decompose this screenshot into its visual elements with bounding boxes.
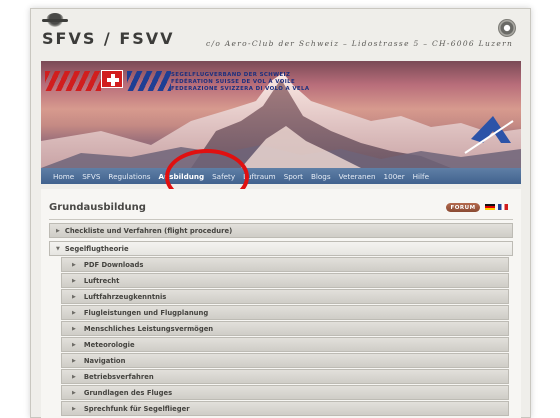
subsection-pdf-downloads[interactable]: ▶ PDF Downloads (61, 257, 509, 272)
chevron-right-icon: ▶ (72, 389, 76, 396)
chevron-right-icon: ▶ (72, 309, 76, 316)
header-banner: SEGELFLUGVERBAND DER SCHWEIZ FÉDÉRATION … (41, 61, 521, 168)
site-title[interactable]: SFVS / FSVV (42, 29, 175, 48)
chevron-down-icon: ▼ (56, 245, 60, 252)
subsection-label: Betriebsverfahren (83, 372, 154, 381)
section-checkliste[interactable]: ▶ Checkliste und Verfahren (flight proce… (49, 223, 513, 238)
german-flag-icon[interactable] (485, 204, 495, 210)
nav-item-regulations[interactable]: Regulations (108, 172, 150, 181)
subsection-menschliches-leistungsvermoegen[interactable]: ▶ Menschliches Leistungsvermögen (61, 321, 509, 336)
subsection-navigation[interactable]: ▶ Navigation (61, 353, 509, 368)
subsection-meteorologie[interactable]: ▶ Meteorologie (61, 337, 509, 352)
subsection-luftrecht[interactable]: ▶ Luftrecht (61, 273, 509, 288)
org-name-fr: FÉDÉRATION SUISSE DE VOL À VOILE (171, 79, 296, 85)
org-name-it: FEDERAZIONE SVIZZERA DI VOLO A VELA (171, 86, 310, 92)
subsection-label: Flugleistungen und Flugplanung (83, 308, 209, 317)
section-label: Checkliste und Verfahren (flight procedu… (64, 226, 233, 235)
nav-item-sport[interactable]: Sport (284, 172, 303, 181)
subsection-label: Grundlagen des Fluges (83, 388, 173, 397)
chevron-right-icon: ▶ (72, 341, 76, 348)
red-stripes-graphic (45, 71, 101, 91)
nav-item-100er[interactable]: 100er (384, 172, 405, 181)
subsection-label: Luftrecht (83, 276, 120, 285)
page-frame: SFVS / FSVV c/o Aero-Club der Schweiz – … (30, 8, 531, 418)
section-label: Segelflugtheorie (64, 244, 129, 253)
nav-item-hilfe[interactable]: Hilfe (413, 172, 429, 181)
nav-item-ausbildung[interactable]: Ausbildung (159, 172, 205, 181)
sfvs-logo-icon[interactable] (42, 13, 68, 27)
subsection-flugleistungen[interactable]: ▶ Flugleistungen und Flugplanung (61, 305, 509, 320)
nav-item-veteranen[interactable]: Veteranen (339, 172, 376, 181)
main-navigation: Home SFVS Regulations Ausbildung Safety … (41, 168, 521, 184)
chevron-right-icon: ▶ (72, 373, 76, 380)
nav-item-safety[interactable]: Safety (212, 172, 235, 181)
org-name-de: SEGELFLUGVERBAND DER SCHWEIZ (171, 72, 291, 78)
chevron-right-icon: ▶ (72, 261, 76, 268)
nav-item-blogs[interactable]: Blogs (311, 172, 331, 181)
chevron-right-icon: ▶ (56, 227, 60, 234)
chevron-right-icon: ▶ (72, 405, 76, 412)
subsection-label: Sprechfunk für Segelflieger (83, 404, 190, 413)
nav-item-sfvs[interactable]: SFVS (82, 172, 100, 181)
swiss-cross-icon (101, 70, 123, 88)
subsection-grundlagen-des-fluges[interactable]: ▶ Grundlagen des Fluges (61, 385, 509, 400)
aeroclub-badge-icon[interactable] (498, 19, 516, 37)
forum-button[interactable]: FORUM (446, 203, 480, 212)
chevron-right-icon: ▶ (72, 293, 76, 300)
blue-stripes-graphic (127, 71, 171, 91)
subsection-label: Navigation (83, 356, 126, 365)
title-divider (49, 219, 513, 220)
french-flag-icon[interactable] (498, 204, 508, 210)
page-title: Grundausbildung (49, 202, 146, 213)
section-segelflugtheorie[interactable]: ▼ Segelflugtheorie (49, 241, 513, 256)
subsection-luftfahrzeugkenntnis[interactable]: ▶ Luftfahrzeugkenntnis (61, 289, 509, 304)
site-address: c/o Aero-Club der Schweiz – Lidostrasse … (206, 39, 514, 48)
banner-org-names: SEGELFLUGVERBAND DER SCHWEIZ FÉDÉRATION … (171, 72, 309, 93)
nav-item-luftraum[interactable]: Luftraum (243, 172, 276, 181)
chevron-right-icon: ▶ (72, 325, 76, 332)
subsection-betriebsverfahren[interactable]: ▶ Betriebsverfahren (61, 369, 509, 384)
subsection-label: Meteorologie (83, 340, 135, 349)
subsection-label: PDF Downloads (83, 260, 144, 269)
chevron-right-icon: ▶ (72, 277, 76, 284)
subsection-sprechfunk[interactable]: ▶ Sprechfunk für Segelflieger (61, 401, 509, 416)
subsection-label: Menschliches Leistungsvermögen (83, 324, 214, 333)
chevron-right-icon: ▶ (72, 357, 76, 364)
main-content: Grundausbildung FORUM ▶ Checkliste und V… (41, 189, 521, 418)
nav-item-home[interactable]: Home (53, 172, 74, 181)
subsection-label: Luftfahrzeugkenntnis (83, 292, 167, 301)
